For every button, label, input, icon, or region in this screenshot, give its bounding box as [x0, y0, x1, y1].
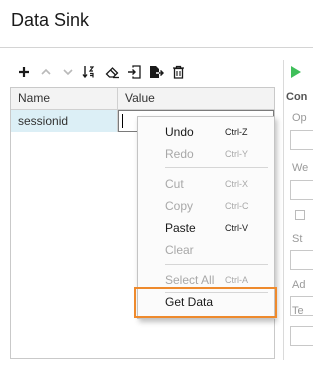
trash-icon[interactable] — [167, 63, 189, 81]
menu-item-undo[interactable]: Undo Ctrl-Z — [138, 122, 274, 142]
pane-field-3[interactable] — [290, 250, 313, 270]
menu-item-redo[interactable]: Redo Ctrl-Y — [138, 144, 274, 164]
menu-item-label: Undo — [165, 125, 194, 139]
menu-item-copy[interactable]: Copy Ctrl-C — [138, 196, 274, 216]
menu-item-clear[interactable]: Clear — [138, 240, 274, 260]
import-icon[interactable] — [123, 63, 145, 81]
pane-field-2[interactable] — [290, 180, 313, 200]
menu-item-label: Cut — [165, 177, 184, 191]
title-divider — [0, 47, 313, 48]
pane-label-st: St — [292, 233, 303, 245]
row-name-cell[interactable]: sessionid — [11, 110, 118, 132]
menu-item-label: Clear — [165, 243, 194, 257]
get-data-highlight — [134, 287, 277, 318]
column-header-value[interactable]: Value — [118, 88, 274, 109]
move-down-icon[interactable] — [57, 63, 79, 81]
add-icon[interactable] — [13, 63, 35, 81]
menu-item-shortcut: Ctrl-Z — [225, 127, 248, 137]
table-header: Name Value — [11, 88, 274, 110]
menu-item-label: Copy — [165, 199, 194, 213]
sort-icon[interactable] — [79, 63, 101, 81]
menu-item-shortcut: Ctrl-X — [225, 179, 248, 189]
pane-label-op: Op — [292, 112, 307, 124]
move-up-icon[interactable] — [35, 63, 57, 81]
menu-item-shortcut: Ctrl-A — [225, 275, 248, 285]
export-icon[interactable] — [145, 63, 167, 81]
menu-item-label: Redo — [165, 147, 194, 161]
pane-field-1[interactable] — [290, 130, 313, 150]
menu-item-shortcut: Ctrl-Y — [225, 149, 248, 159]
pane-label-te: Te — [292, 305, 304, 317]
pane-field-5[interactable] — [290, 326, 313, 346]
panel-title: Data Sink — [11, 10, 90, 30]
menu-item-shortcut: Ctrl-C — [225, 201, 249, 211]
menu-item-cut[interactable]: Cut Ctrl-X — [138, 174, 274, 194]
menu-separator — [165, 264, 268, 265]
menu-item-label: Paste — [165, 221, 196, 235]
column-header-name[interactable]: Name — [11, 88, 118, 109]
text-caret — [122, 114, 123, 128]
pane-label-ad: Ad — [292, 279, 306, 291]
properties-pane: Con Op We St Ad Te — [284, 60, 313, 360]
eraser-icon[interactable] — [101, 63, 123, 81]
pane-label-con: Con — [286, 91, 308, 103]
pane-checkbox[interactable] — [295, 210, 305, 220]
toolbar — [13, 63, 189, 81]
menu-item-paste[interactable]: Paste Ctrl-V — [138, 218, 274, 238]
pane-label-we: We — [292, 162, 309, 174]
run-icon[interactable] — [291, 66, 301, 78]
menu-item-label: Select All — [165, 273, 215, 287]
menu-item-shortcut: Ctrl-V — [225, 223, 248, 233]
menu-separator — [165, 167, 268, 168]
